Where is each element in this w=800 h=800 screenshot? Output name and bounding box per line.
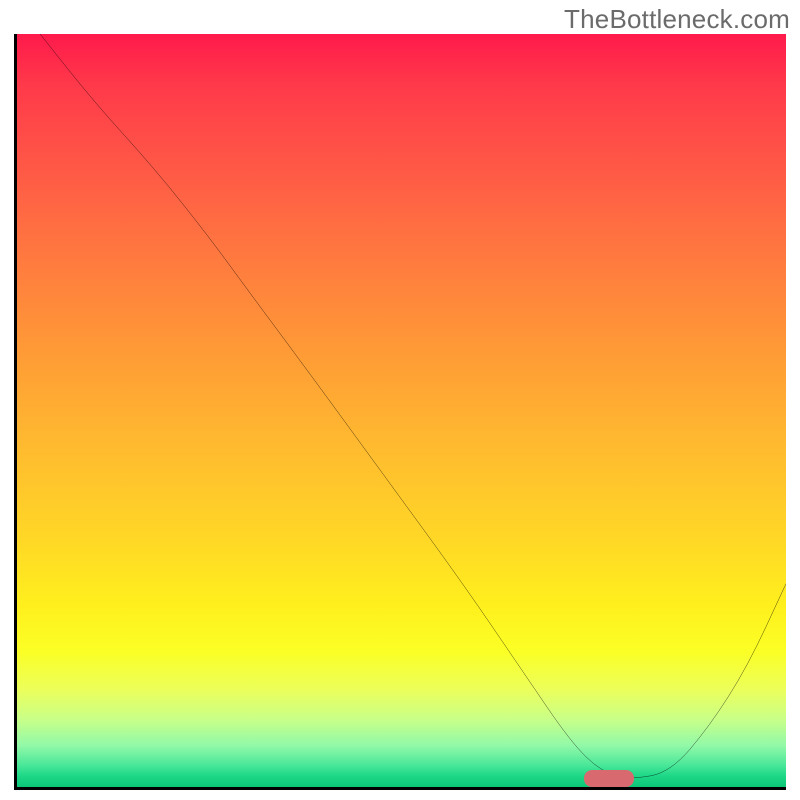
chart-container: TheBottleneck.com [0, 0, 800, 800]
curve-path [40, 34, 786, 778]
line-series [17, 34, 786, 787]
plot-area [14, 34, 786, 790]
watermark-label: TheBottleneck.com [564, 4, 790, 35]
optimal-marker [584, 770, 634, 787]
x-axis [14, 787, 786, 790]
